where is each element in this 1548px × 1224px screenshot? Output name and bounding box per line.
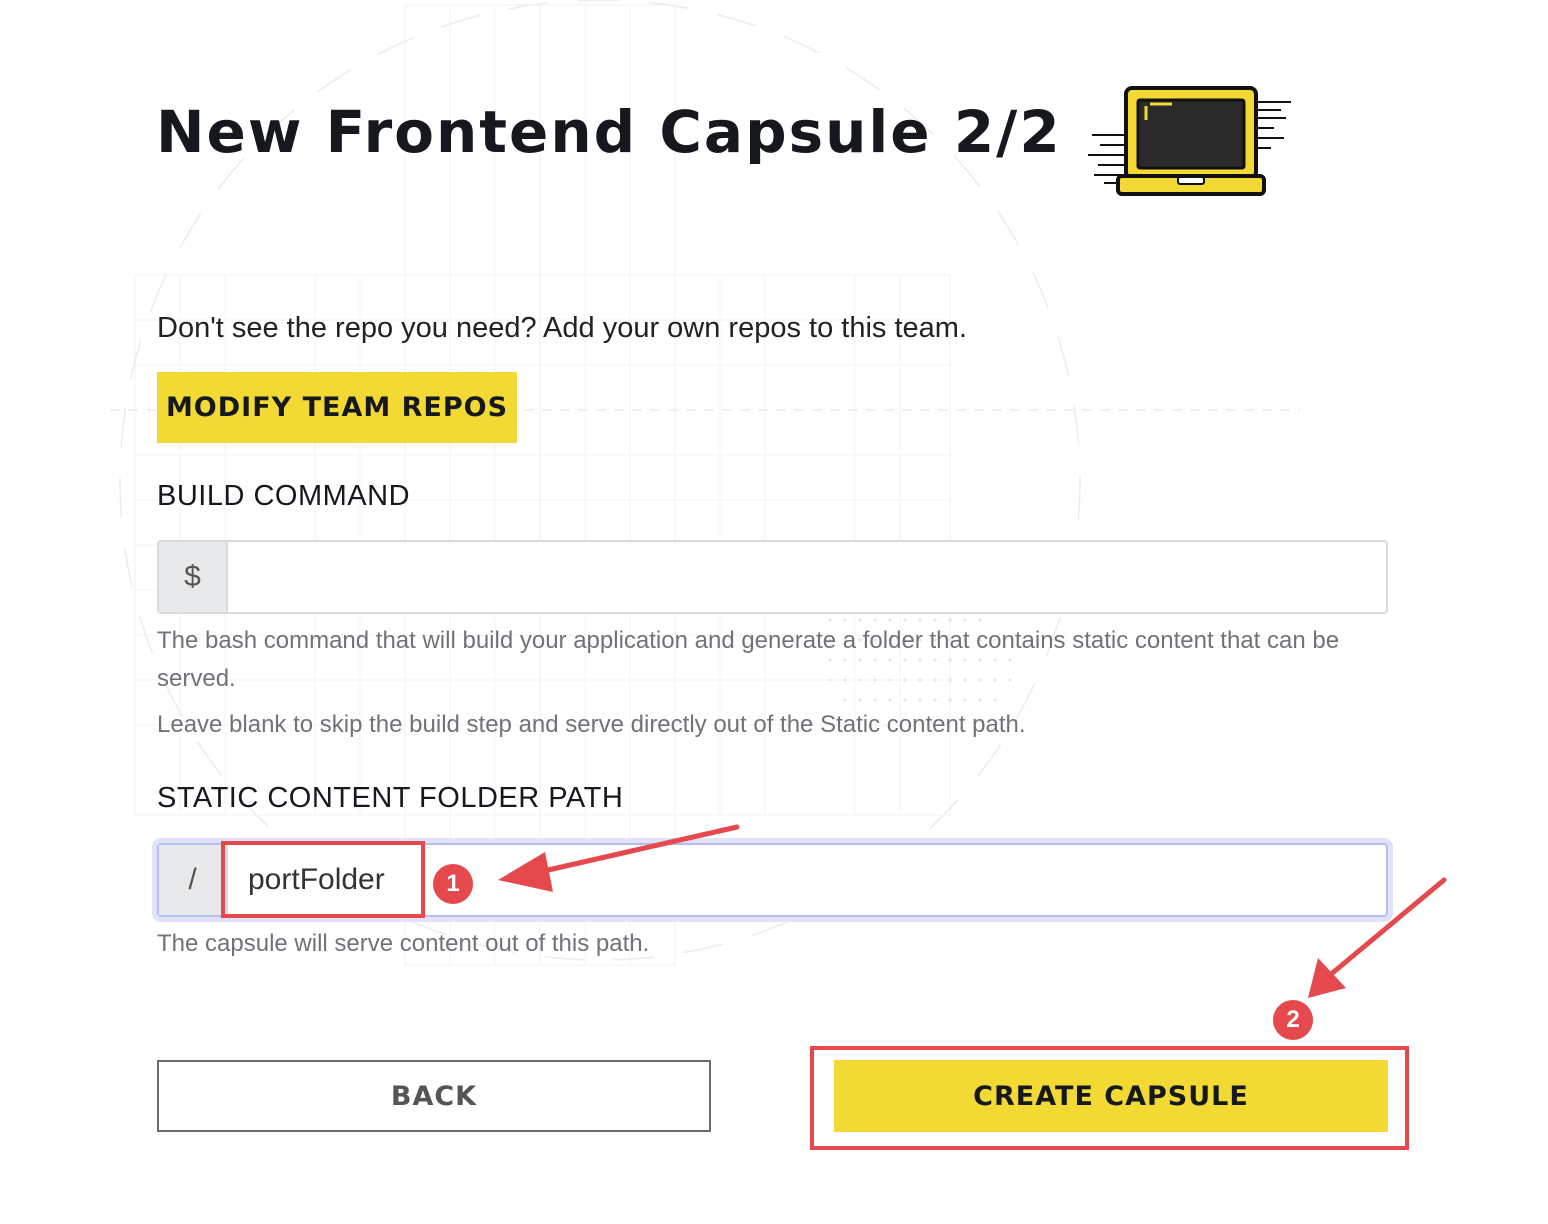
modify-team-repos-button[interactable]: MODIFY TEAM REPOS <box>157 372 517 443</box>
build-command-skip-help: Leave blank to skip the build step and s… <box>157 711 1026 738</box>
slash-prefix: / <box>159 845 228 915</box>
dollar-prefix: $ <box>159 542 228 612</box>
build-command-input[interactable] <box>228 542 1386 612</box>
static-path-label: STATIC CONTENT FOLDER PATH <box>157 782 624 814</box>
page-title: New Frontend Capsule 2/2 <box>156 98 1062 166</box>
step-1-badge: 1 <box>433 864 473 904</box>
build-command-help: The bash command that will build your ap… <box>157 627 1340 692</box>
laptop-icon <box>1088 86 1291 196</box>
static-path-help: The capsule will serve content out of th… <box>157 930 650 957</box>
highlight-static-path <box>221 841 425 918</box>
build-command-label: BUILD COMMAND <box>157 480 411 512</box>
build-command-group: $ <box>157 540 1388 614</box>
repo-hint-text: Don't see the repo you need? Add your ow… <box>157 312 967 344</box>
highlight-create-button <box>810 1046 1409 1150</box>
back-button[interactable]: BACK <box>157 1060 711 1132</box>
step-2-badge: 2 <box>1273 1000 1313 1040</box>
